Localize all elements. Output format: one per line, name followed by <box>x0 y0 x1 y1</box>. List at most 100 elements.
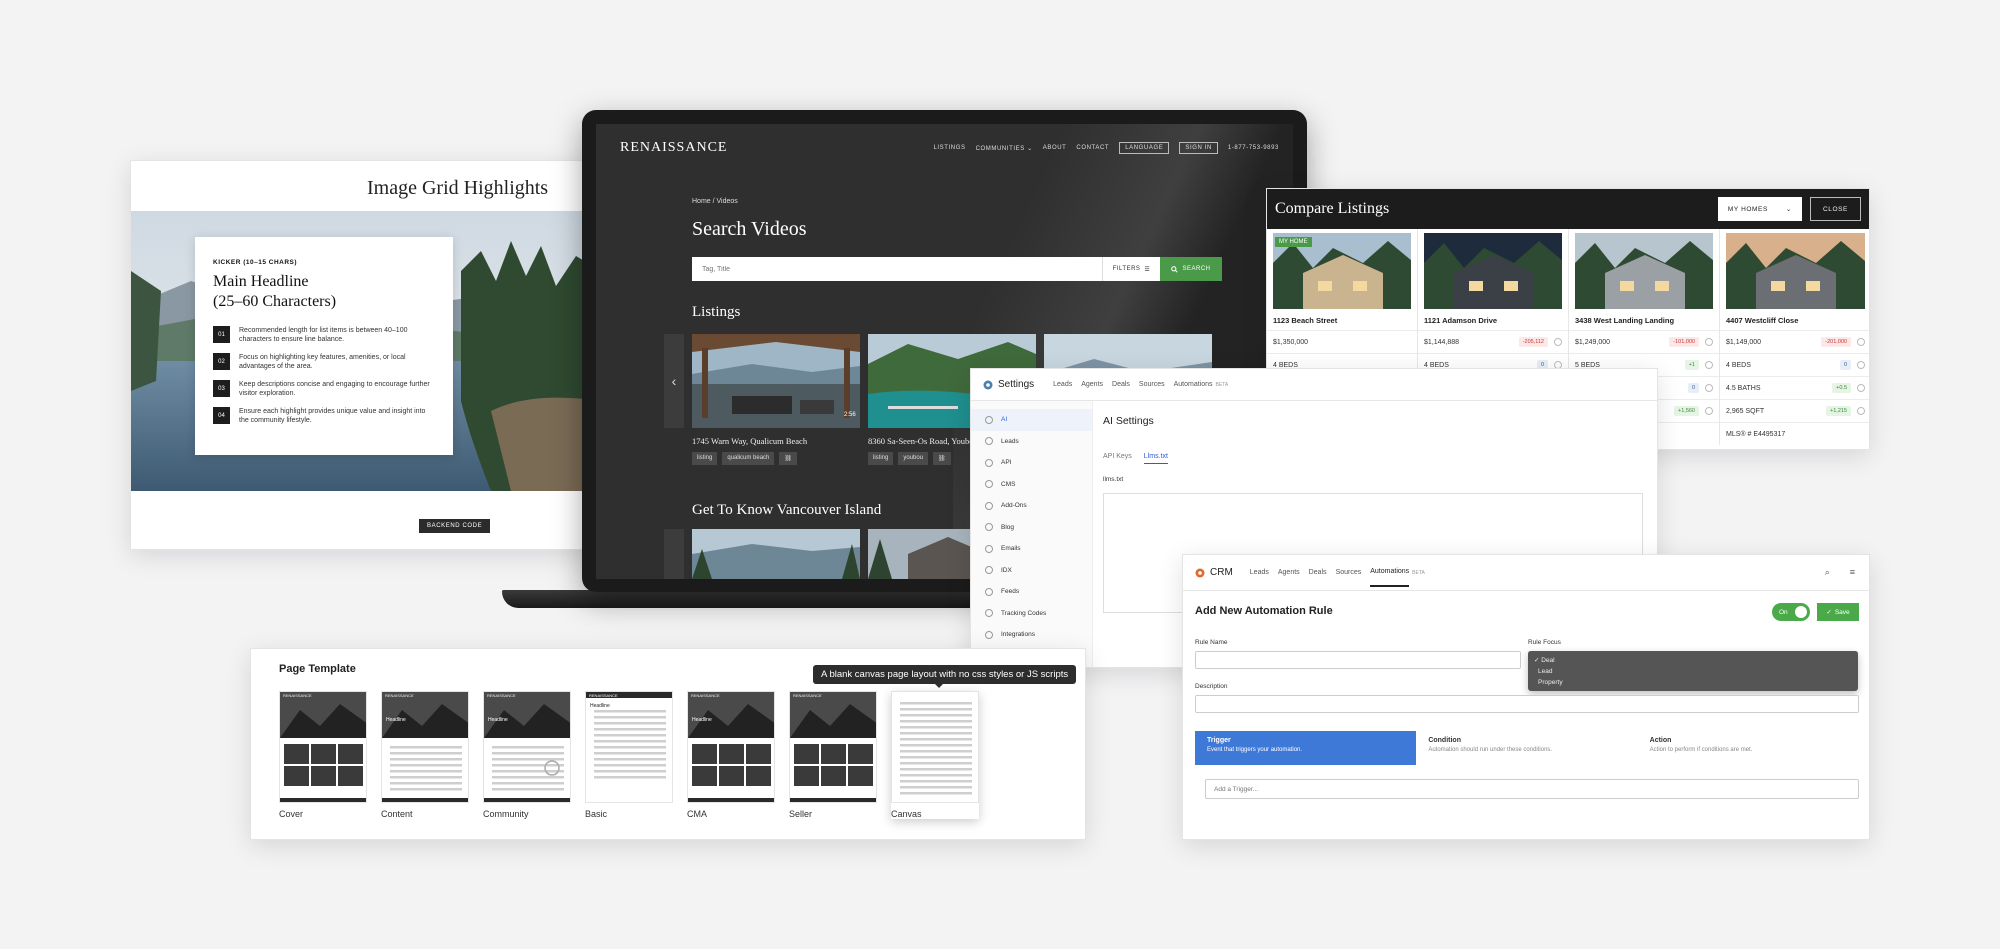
sidebar-item-blog[interactable]: Blog <box>971 517 1092 539</box>
tag[interactable]: youbou <box>898 452 929 465</box>
nav-deals[interactable]: Deals <box>1309 569 1327 576</box>
nav-automations[interactable]: Automations <box>1174 381 1213 388</box>
template-preview <box>688 692 774 802</box>
menu-icon[interactable]: ≡ <box>1850 567 1855 578</box>
nav-listings[interactable]: LISTINGS <box>933 145 965 151</box>
site-logo[interactable]: RENAISSANCE <box>620 140 727 156</box>
nav-agents[interactable]: Agents <box>1278 569 1300 576</box>
template-thumbnail: RENAISSANCE <box>789 691 877 803</box>
active-toggle[interactable]: On <box>1772 603 1810 621</box>
template-canvas[interactable]: Canvas <box>891 691 979 819</box>
info-icon[interactable] <box>1705 384 1713 392</box>
link-icon[interactable]: ⛓ <box>779 452 797 465</box>
tag[interactable]: qualicum beach <box>722 452 775 465</box>
sidebar-item-ai[interactable]: AI <box>971 409 1092 431</box>
sidebar-item-leads[interactable]: Leads <box>971 431 1092 453</box>
link-icon[interactable]: ⛓ <box>933 452 951 465</box>
home-photo[interactable] <box>1575 233 1713 309</box>
home-photo[interactable]: MY HOME <box>1273 233 1411 309</box>
search-icon[interactable]: ⌕ <box>1825 567 1830 578</box>
home-address[interactable]: 3438 West Landing Landing <box>1569 309 1719 330</box>
home-photo[interactable] <box>1726 233 1865 309</box>
template-cover[interactable]: RENAISSANCE Cover <box>279 691 367 819</box>
step-condition[interactable]: Condition Automation should run under the… <box>1416 731 1637 765</box>
option-lead[interactable]: Lead <box>1534 666 1852 677</box>
template-community[interactable]: RENAISSANCE Headline Community <box>483 691 571 819</box>
search-input[interactable] <box>692 257 1102 281</box>
sidebar-item-emails[interactable]: Emails <box>971 538 1092 560</box>
nav-leads[interactable]: Leads <box>1053 381 1072 388</box>
info-icon[interactable] <box>1705 361 1713 369</box>
backend-code-button[interactable]: BACKEND CODE <box>419 519 491 533</box>
sidebar-item-cms[interactable]: CMS <box>971 474 1092 496</box>
tag[interactable]: listing <box>868 452 894 465</box>
info-icon[interactable] <box>1857 384 1865 392</box>
nav-sources[interactable]: Sources <box>1336 569 1362 576</box>
nav-automations[interactable]: Automations <box>1370 558 1410 587</box>
nav-communities[interactable]: COMMUNITIES ⌄ <box>976 145 1033 152</box>
sidebar-item-integrations[interactable]: Integrations <box>971 624 1092 646</box>
info-icon[interactable] <box>1857 407 1865 415</box>
island-thumbnail <box>692 529 860 579</box>
tag[interactable]: listing <box>692 452 718 465</box>
breadcrumb[interactable]: Home / Videos <box>692 198 738 205</box>
sign-in-button[interactable]: SIGN IN <box>1179 142 1218 154</box>
rule-name-input[interactable] <box>1195 651 1521 669</box>
crm-brand[interactable]: CRM <box>1195 567 1233 578</box>
sidebar-item-api[interactable]: API <box>971 452 1092 474</box>
my-home-badge: MY HOME <box>1275 237 1312 247</box>
tab-llms-txt[interactable]: Llms.txt <box>1143 453 1168 464</box>
info-icon[interactable] <box>1705 338 1713 346</box>
save-button[interactable]: ✓ Save <box>1817 603 1859 621</box>
template-seller[interactable]: RENAISSANCE Seller <box>789 691 877 819</box>
description-input[interactable] <box>1195 695 1859 713</box>
nav-leads[interactable]: Leads <box>1250 569 1269 576</box>
sidebar-icon <box>985 480 993 489</box>
home-photo[interactable] <box>1424 233 1562 309</box>
home-address[interactable]: 4407 Westcliff Close <box>1720 309 1869 330</box>
phone-number[interactable]: 1-877-753-9893 <box>1228 145 1279 151</box>
mini-logo: RENAISSANCE <box>589 693 618 698</box>
homes-select[interactable]: MY HOMES ⌄ <box>1717 197 1802 221</box>
video-card[interactable]: 1745 Warn Way, Qualicum Beach listing qu… <box>692 334 860 465</box>
carousel-prev-button[interactable]: ‹ <box>664 334 684 428</box>
nav-agents[interactable]: Agents <box>1081 381 1103 388</box>
template-preview <box>900 702 972 795</box>
diff-badge: -101,000 <box>1669 337 1699 347</box>
template-content[interactable]: RENAISSANCE Headline Content <box>381 691 469 819</box>
close-button[interactable]: CLOSE <box>1809 197 1861 221</box>
nav-contact[interactable]: CONTACT <box>1076 145 1109 151</box>
sidebar-item-idx[interactable]: IDX <box>971 560 1092 582</box>
template-preview <box>484 692 570 802</box>
tab-api-keys[interactable]: API Keys <box>1103 453 1132 464</box>
settings-sidebar: AI Leads API CMS Add-Ons Blog Emails IDX Feeds Tr… <box>971 401 1093 667</box>
automation-steps: Trigger Event that triggers your automati… <box>1195 731 1859 765</box>
info-icon[interactable] <box>1857 338 1865 346</box>
option-property[interactable]: Property <box>1534 677 1852 688</box>
price-value: $1,144,888 <box>1424 338 1460 346</box>
step-trigger[interactable]: Trigger Event that triggers your automati… <box>1195 731 1417 765</box>
home-address[interactable]: 1123 Beach Street <box>1267 309 1417 330</box>
filters-button[interactable]: FILTERS ☰ <box>1102 257 1160 281</box>
option-deal[interactable]: ✓ Deal <box>1534 655 1852 666</box>
nav-sources[interactable]: Sources <box>1139 381 1165 388</box>
house-photo <box>1424 233 1562 309</box>
add-trigger-input[interactable]: Add a Trigger... <box>1205 779 1859 799</box>
nav-about[interactable]: ABOUT <box>1043 145 1067 151</box>
carousel-prev-button-2[interactable] <box>664 529 684 579</box>
template-basic[interactable]: RENAISSANCE Headline Basic <box>585 691 673 819</box>
sidebar-item-tracking-codes[interactable]: Tracking Codes <box>971 603 1092 625</box>
search-button[interactable]: SEARCH <box>1160 257 1222 281</box>
sidebar-item-label: IDX <box>1001 566 1012 574</box>
language-button[interactable]: LANGUAGE <box>1119 142 1170 154</box>
sidebar-item-add-ons[interactable]: Add-Ons <box>971 495 1092 517</box>
info-icon[interactable] <box>1857 361 1865 369</box>
info-icon[interactable] <box>1705 407 1713 415</box>
info-icon[interactable] <box>1554 338 1562 346</box>
template-cma[interactable]: RENAISSANCE Headline CMA <box>687 691 775 819</box>
sidebar-item-feeds[interactable]: Feeds <box>971 581 1092 603</box>
settings-brand[interactable]: Settings <box>983 379 1034 390</box>
step-action[interactable]: Action Action to perform if conditions ar… <box>1638 731 1859 765</box>
home-address[interactable]: 1121 Adamson Drive <box>1418 309 1568 330</box>
nav-deals[interactable]: Deals <box>1112 381 1130 388</box>
